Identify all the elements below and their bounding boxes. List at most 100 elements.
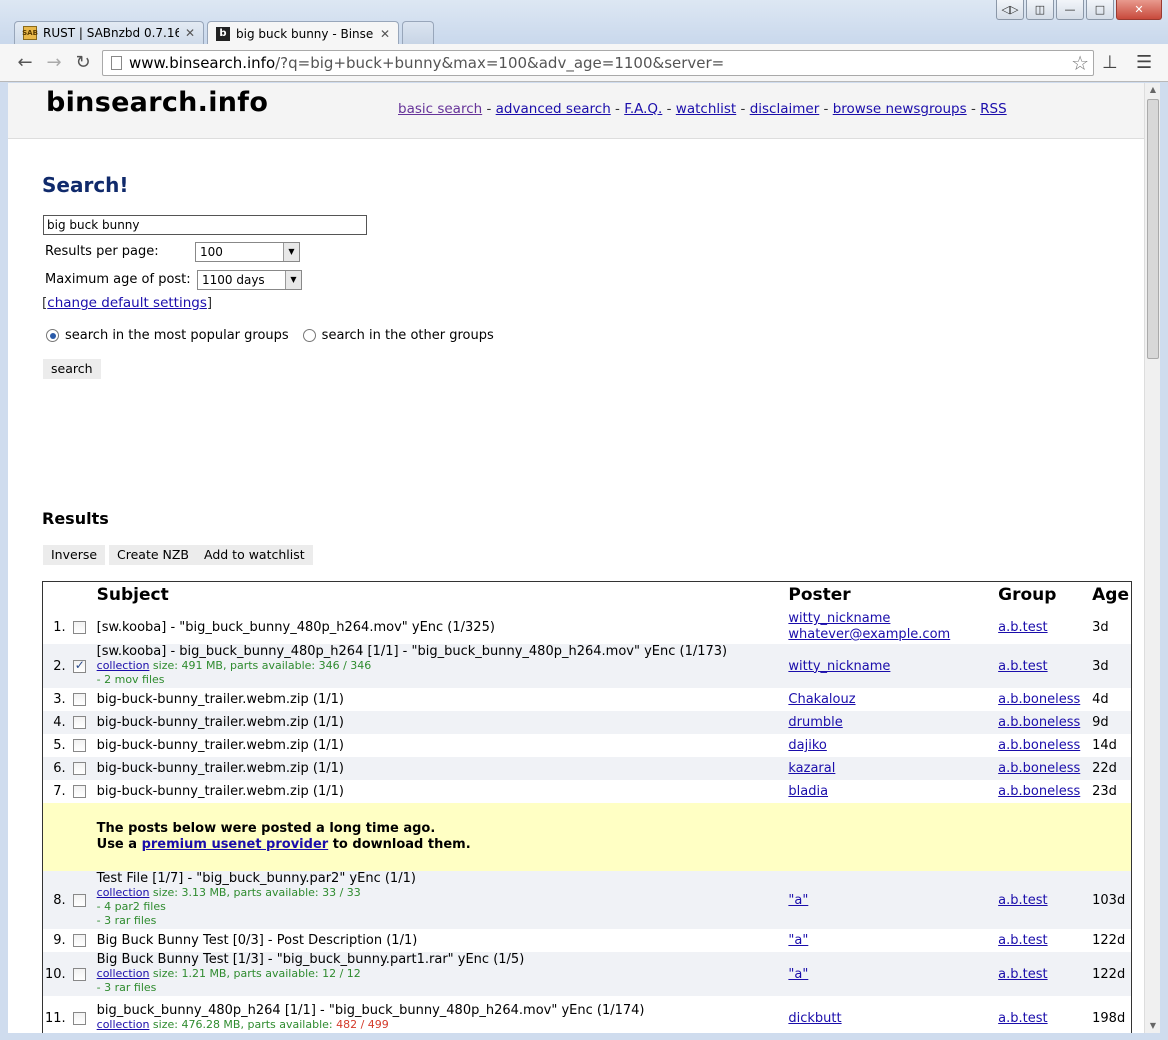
- row-checkbox[interactable]: [72, 785, 86, 798]
- collection-link[interactable]: collection: [97, 659, 150, 672]
- nav-browse-newsgroups[interactable]: browse newsgroups: [833, 101, 967, 117]
- age-header: Age: [1092, 585, 1129, 605]
- row-number: 9.: [53, 933, 66, 948]
- max-age-select[interactable]: 1100 days ▼: [197, 270, 302, 290]
- poster-link[interactable]: witty_nickname: [788, 659, 890, 674]
- collection-meta: collection size: 1.21 MB, parts availabl…: [97, 967, 361, 994]
- group-link[interactable]: a.b.test: [998, 967, 1047, 982]
- add-to-watchlist-button[interactable]: Add to watchlist: [196, 545, 313, 565]
- poster-link[interactable]: bladia: [788, 784, 828, 799]
- url-host: www.binsearch.info: [129, 54, 276, 72]
- address-bar[interactable]: www.binsearch.info/?q=big+buck+bunny&max…: [102, 50, 1094, 76]
- nav-disclaimer[interactable]: disclaimer: [750, 101, 820, 117]
- extension-icon[interactable]: ⊥: [1102, 52, 1118, 74]
- row-checkbox[interactable]: [72, 1011, 86, 1025]
- site-logo[interactable]: binsearch.info: [46, 87, 268, 118]
- search-input[interactable]: [43, 215, 367, 235]
- poster-link[interactable]: "a": [788, 933, 808, 948]
- subject-header: Subject: [96, 585, 169, 605]
- row-checkbox[interactable]: [72, 762, 86, 775]
- inverse-button[interactable]: Inverse: [43, 545, 106, 565]
- poster-email-link[interactable]: whatever@example.com: [788, 627, 950, 642]
- collection-link[interactable]: collection: [97, 1018, 150, 1031]
- row-checkbox[interactable]: [72, 693, 86, 706]
- forward-arrow-icon[interactable]: →: [43, 52, 65, 74]
- poster-link[interactable]: witty_nickname: [788, 611, 890, 626]
- row-number: 3.: [53, 692, 66, 707]
- close-window-button[interactable]: ✕: [1116, 0, 1162, 20]
- row-number: 7.: [53, 784, 66, 799]
- scroll-up-icon[interactable]: ▲: [1145, 83, 1161, 97]
- collection-files: - 3 rar files: [96, 914, 157, 927]
- collection-link[interactable]: collection: [97, 967, 150, 980]
- group-link[interactable]: a.b.test: [998, 620, 1047, 635]
- nav-advanced-search[interactable]: advanced search: [496, 101, 611, 117]
- nav-rss[interactable]: RSS: [980, 101, 1007, 117]
- search-button[interactable]: search: [43, 359, 101, 379]
- new-tab-button[interactable]: [402, 21, 434, 44]
- poster-link[interactable]: dickbutt: [788, 1011, 841, 1026]
- radio-popular-groups[interactable]: [46, 329, 59, 342]
- binsearch-b-icon: b: [216, 26, 230, 41]
- collection-size: size: 3.13 MB, parts available: 33 / 33: [149, 886, 361, 899]
- create-nzb-button[interactable]: Create NZB: [109, 545, 197, 565]
- group-link[interactable]: a.b.test: [998, 933, 1047, 948]
- window-extra-button[interactable]: ◁▷: [996, 0, 1024, 20]
- tab-sabnzbd[interactable]: SAB RUST | SABnzbd 0.7.16 ✕: [14, 21, 204, 44]
- scroll-down-icon[interactable]: ▼: [1145, 1019, 1161, 1033]
- row-subject-cell: big_buck_bunny_480p_h264 [1/1] - "big_bu…: [95, 996, 787, 1033]
- close-icon[interactable]: ✕: [185, 26, 195, 40]
- search-title: Search!: [42, 173, 129, 197]
- group-scope-radios: search in the most popular groups search…: [46, 328, 494, 343]
- results-per-page-select[interactable]: 100 ▼: [195, 242, 300, 262]
- close-icon[interactable]: ✕: [380, 27, 390, 41]
- row-checkbox[interactable]: [72, 620, 86, 634]
- group-link[interactable]: a.b.boneless: [998, 784, 1080, 799]
- group-link[interactable]: a.b.boneless: [998, 761, 1080, 776]
- url-path: /?q=big+buck+bunny&max=100&adv_age=1100&…: [275, 54, 725, 72]
- table-row: 9. Big Buck Bunny Test [0/3] - Post Desc…: [43, 929, 1131, 952]
- poster-link[interactable]: drumble: [788, 715, 842, 730]
- poster-link[interactable]: "a": [788, 893, 808, 908]
- poster-link[interactable]: Chakalouz: [788, 692, 855, 707]
- row-checkbox[interactable]: [72, 658, 86, 673]
- poster-link[interactable]: "a": [788, 967, 808, 982]
- row-checkbox[interactable]: [72, 967, 86, 981]
- minimize-button[interactable]: —: [1056, 0, 1084, 20]
- row-checkbox[interactable]: [72, 893, 86, 907]
- radio-other-groups[interactable]: [302, 329, 316, 342]
- group-link[interactable]: a.b.test: [998, 893, 1047, 908]
- page-viewport: binsearch.info basic search - advanced s…: [8, 83, 1144, 1033]
- row-checkbox[interactable]: [72, 739, 86, 752]
- collection-size: size: 491 MB, parts available: 346 / 346: [149, 659, 372, 672]
- group-link[interactable]: a.b.test: [998, 659, 1047, 674]
- group-link[interactable]: a.b.boneless: [998, 692, 1080, 707]
- window-controls: ◁▷ ◫ — □ ✕: [996, 0, 1162, 20]
- window-extra-button-2[interactable]: ◫: [1026, 0, 1054, 20]
- scroll-thumb[interactable]: [1147, 99, 1159, 359]
- change-default-settings-link[interactable]: change default settings: [47, 295, 207, 311]
- nav-watchlist[interactable]: watchlist: [676, 101, 736, 117]
- nav-basic-search[interactable]: basic search: [398, 101, 482, 117]
- tab-binsearch[interactable]: b big buck bunny - Binsearc ✕: [207, 21, 399, 45]
- reload-icon[interactable]: ↻: [72, 52, 94, 74]
- nav-faq[interactable]: F.A.Q.: [624, 101, 662, 117]
- poster-link[interactable]: dajiko: [788, 738, 826, 753]
- premium-usenet-link[interactable]: premium usenet provider: [142, 837, 329, 852]
- row-checkbox[interactable]: [72, 716, 86, 729]
- bookmark-star-icon[interactable]: ☆: [1071, 51, 1089, 75]
- page-scrollbar[interactable]: ▲ ▼: [1144, 83, 1160, 1033]
- collection-files: - 4 par2 files: [96, 900, 166, 913]
- group-link[interactable]: a.b.boneless: [998, 715, 1080, 730]
- poster-link[interactable]: kazaral: [788, 761, 835, 776]
- row-subject-cell: Test File [1/7] - "big_buck_bunny.par2" …: [94, 871, 787, 929]
- row-subject-cell: Big Buck Bunny Test [1/3] - "big_buck_bu…: [94, 952, 787, 996]
- collection-link[interactable]: collection: [97, 886, 150, 899]
- group-link[interactable]: a.b.test: [998, 1011, 1047, 1026]
- row-checkbox[interactable]: [72, 934, 86, 947]
- maximize-button[interactable]: □: [1086, 0, 1114, 20]
- menu-icon[interactable]: ☰: [1136, 52, 1152, 74]
- row-age: 22d: [1090, 757, 1131, 780]
- group-link[interactable]: a.b.boneless: [998, 738, 1080, 753]
- back-arrow-icon[interactable]: ←: [14, 52, 36, 74]
